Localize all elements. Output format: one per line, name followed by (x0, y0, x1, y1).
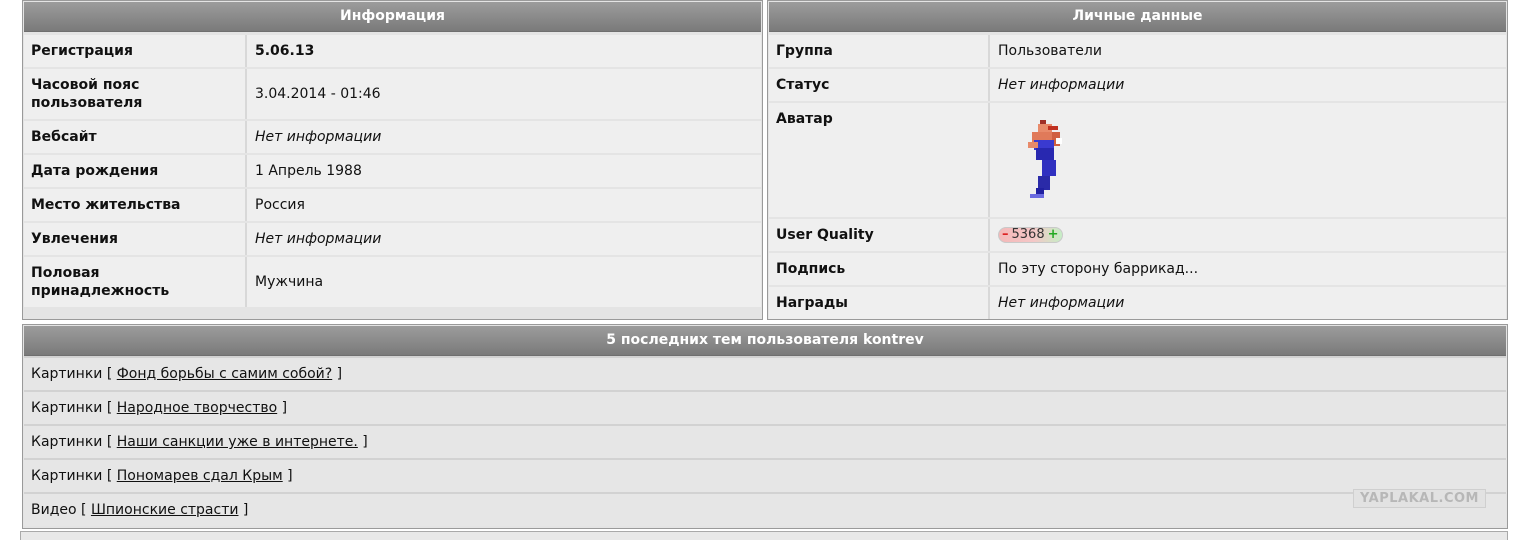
info-value: 1 Апрель 1988 (247, 155, 761, 187)
topics-panel-title: 5 последних тем пользователя kontrev (24, 326, 1506, 356)
signature-label: Подпись (769, 253, 990, 285)
quality-widget: –5368 + (998, 227, 1063, 243)
bracket: [ (106, 434, 113, 450)
info-label: Регистрация (24, 35, 247, 67)
topic-link[interactable]: Фонд борьбы с самим собой? (117, 366, 332, 382)
quality-plus-button[interactable]: + (1045, 227, 1059, 242)
personal-row-awards: Награды Нет информации (769, 287, 1506, 319)
bracket: [ (106, 366, 113, 382)
info-row-birthday: Дата рождения 1 Апрель 1988 (24, 155, 761, 187)
avatar (1028, 120, 1062, 198)
topic-category: Картинки (31, 434, 103, 450)
awards-label: Награды (769, 287, 990, 319)
topic-item: Картинки [ Народное творчество ] (24, 390, 1506, 424)
bracket: ] (336, 366, 343, 382)
bracket: [ (106, 400, 113, 416)
topic-category: Картинки (31, 468, 103, 484)
topic-link[interactable]: Шпионские страсти (91, 502, 239, 518)
topic-item: Видео [ Шпионские страсти ] (24, 492, 1506, 526)
personal-row-avatar: Аватар (769, 103, 1506, 217)
signature-value: По эту сторону баррикад... (990, 253, 1506, 285)
personal-row-group: Группа Пользователи (769, 35, 1506, 67)
topic-category: Картинки (31, 366, 103, 382)
info-value: 5.06.13 (247, 35, 761, 67)
info-value: Россия (247, 189, 761, 221)
awards-value: Нет информации (990, 287, 1506, 319)
personal-panel: Личные данные Группа Пользователи Статус… (767, 0, 1508, 320)
quality-minus-button[interactable]: – (1002, 227, 1012, 242)
avatar-cell (990, 103, 1506, 217)
info-row-timezone: Часовой пояс пользователя 3.04.2014 - 01… (24, 69, 761, 119)
topics-panel: 5 последних тем пользователя kontrev Кар… (22, 324, 1508, 529)
personal-row-status: Статус Нет информации (769, 69, 1506, 101)
avatar-label: Аватар (769, 103, 990, 217)
topic-link[interactable]: Наши санкции уже в интернете. (117, 434, 358, 450)
group-label: Группа (769, 35, 990, 67)
info-label: Место жительства (24, 189, 247, 221)
bracket: ] (362, 434, 368, 450)
bracket: ] (287, 468, 293, 484)
bracket: [ (81, 502, 87, 518)
personal-table: Группа Пользователи Статус Нет информаци… (769, 33, 1506, 321)
info-value: Мужчина (247, 257, 761, 307)
info-row-interests: Увлечения Нет информации (24, 223, 761, 255)
info-value: Нет информации (247, 223, 761, 255)
info-value: 3.04.2014 - 01:46 (247, 69, 761, 119)
topic-item: Картинки [ Наши санкции уже в интернете.… (24, 424, 1506, 458)
next-panel-edge (20, 531, 1508, 540)
topic-link[interactable]: Пономарев сдал Крым (117, 468, 283, 484)
info-row-location: Место жительства Россия (24, 189, 761, 221)
personal-panel-title: Личные данные (769, 2, 1506, 32)
topic-category: Видео (31, 502, 77, 518)
group-value: Пользователи (990, 35, 1506, 67)
quality-label: User Quality (769, 219, 990, 251)
bracket: ] (281, 400, 288, 416)
info-table: Регистрация 5.06.13 Часовой пояс пользов… (24, 33, 761, 309)
topic-link[interactable]: Народное творчество (117, 400, 277, 416)
info-panel: Информация Регистрация 5.06.13 Часовой п… (22, 0, 763, 320)
info-label: Вебсайт (24, 121, 247, 153)
info-label: Часовой пояс пользователя (24, 69, 247, 119)
status-value: Нет информации (990, 69, 1506, 101)
topic-item: Картинки [ Пономарев сдал Крым ] (24, 458, 1506, 492)
info-row-registration: Регистрация 5.06.13 (24, 35, 761, 67)
info-label: Половая принадлежность (24, 257, 247, 307)
info-value: Нет информации (247, 121, 761, 153)
info-row-website: Вебсайт Нет информации (24, 121, 761, 153)
personal-row-signature: Подпись По эту сторону баррикад... (769, 253, 1506, 285)
topic-category: Картинки (31, 400, 103, 416)
info-label: Увлечения (24, 223, 247, 255)
info-panel-title: Информация (24, 2, 761, 32)
personal-row-quality: User Quality –5368 + (769, 219, 1506, 251)
bracket: ] (242, 502, 249, 518)
info-label: Дата рождения (24, 155, 247, 187)
status-label: Статус (769, 69, 990, 101)
topic-item: Картинки [ Фонд борьбы с самим собой? ] (24, 356, 1506, 390)
quality-cell: –5368 + (990, 219, 1506, 251)
info-row-gender: Половая принадлежность Мужчина (24, 257, 761, 307)
bracket: [ (106, 468, 113, 484)
quality-value: 5368 (1011, 227, 1045, 242)
watermark: YAPLAKAL.COM (1353, 489, 1486, 508)
